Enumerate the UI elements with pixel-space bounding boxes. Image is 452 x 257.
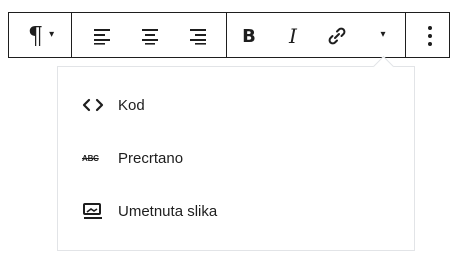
italic-button[interactable]: I <box>277 21 309 51</box>
block-editor-area: ¶ ▾ B I ▾ Kod ABC Precrtano Umetnuta sli… <box>0 0 452 257</box>
block-type-group: ¶ ▾ <box>9 13 71 57</box>
chevron-down-icon: ▾ <box>49 29 55 40</box>
toolbar-divider <box>405 13 406 57</box>
align-right-icon <box>190 29 206 45</box>
block-type-switcher-button[interactable]: ¶ ▾ <box>19 21 63 51</box>
bold-icon: B <box>242 25 256 47</box>
strikethrough-icon: ABC <box>82 148 108 168</box>
italic-icon: I <box>289 24 297 48</box>
format-strikethrough-label: Precrtano <box>118 149 184 167</box>
paragraph-icon: ¶ <box>27 22 44 50</box>
align-center-icon <box>142 29 158 45</box>
format-code-item[interactable]: Kod <box>82 91 382 119</box>
strikethrough-icon-text: ABC <box>82 153 99 163</box>
align-right-button[interactable] <box>182 21 214 51</box>
inline-image-icon <box>82 201 108 221</box>
alignment-group <box>72 13 226 57</box>
link-icon <box>328 27 346 45</box>
more-options-icon <box>428 26 432 46</box>
code-icon <box>82 95 108 115</box>
more-formats-dropdown: Kod ABC Precrtano Umetnuta slika <box>57 55 415 251</box>
more-options-button[interactable] <box>414 21 446 51</box>
format-inline-image-label: Umetnuta slika <box>118 202 218 220</box>
align-center-button[interactable] <box>134 21 166 51</box>
format-inline-image-item[interactable]: Umetnuta slika <box>82 197 382 225</box>
format-code-label: Kod <box>118 96 145 114</box>
format-strikethrough-item[interactable]: ABC Precrtano <box>82 144 382 172</box>
more-rich-text-icon: ▾ <box>380 29 386 40</box>
link-button[interactable] <box>321 21 353 51</box>
dropdown-arrow <box>372 55 395 78</box>
block-toolbar: ¶ ▾ B I ▾ <box>8 12 450 58</box>
format-group: B I ▾ <box>227 13 405 57</box>
bold-button[interactable]: B <box>233 21 265 51</box>
align-left-button[interactable] <box>86 21 118 51</box>
more-rich-text-button[interactable]: ▾ <box>367 21 399 51</box>
align-left-icon <box>94 29 110 45</box>
